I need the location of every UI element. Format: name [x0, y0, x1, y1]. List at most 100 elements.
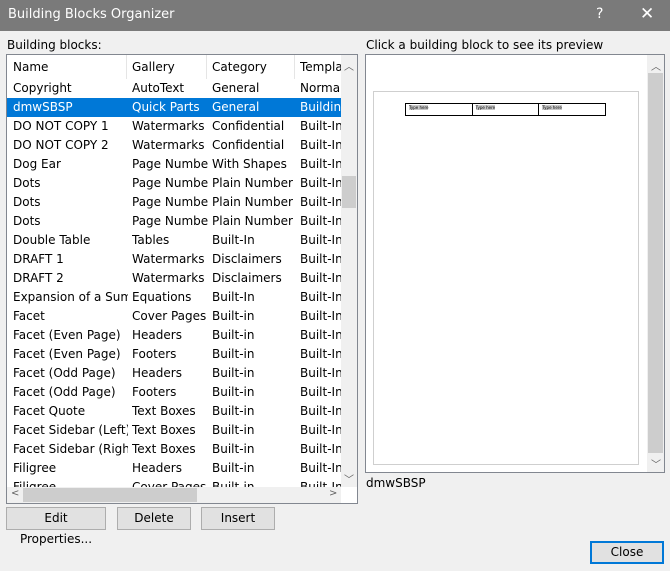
gallery-cell: Watermarks: [132, 271, 205, 285]
name-cell: DO NOT COPY 2: [13, 138, 109, 152]
name-cell: Facet: [13, 309, 45, 323]
gallery-cell: Headers: [132, 328, 182, 342]
gallery-cell: Page Numbers: [132, 214, 208, 228]
category-cell: Built-in: [212, 442, 255, 456]
name-cell: DRAFT 1: [13, 252, 64, 266]
preview-block-name: dmwSBSP: [366, 476, 426, 490]
preview-scroll-thumb[interactable]: [648, 73, 663, 453]
vertical-scroll-thumb[interactable]: [342, 176, 356, 208]
building-blocks-list[interactable]: Name Gallery Category Template Copyright…: [6, 54, 358, 504]
edit-properties-button[interactable]: Edit Properties...: [6, 507, 106, 546]
template-cell: Built-In: [300, 461, 341, 475]
list-row[interactable]: Copyright AutoText General Normal: [7, 79, 341, 98]
template-cell: Built-In: [300, 138, 341, 152]
gallery-cell: Tables: [132, 233, 170, 247]
delete-button[interactable]: Delete: [117, 507, 191, 530]
list-row[interactable]: Facet (Even Page) Headers Built-in Built-In: [7, 326, 341, 345]
category-cell: Built-In: [212, 233, 255, 247]
template-cell: Built-In: [300, 119, 341, 133]
list-row[interactable]: DO NOT COPY 1 Watermarks Confidential Built…: [7, 117, 341, 136]
list-row[interactable]: Expansion of a Sum Equations Built-In Built…: [7, 288, 341, 307]
category-cell: General: [212, 81, 260, 95]
category-cell: Disclaimers: [212, 252, 282, 266]
gallery-cell: Watermarks: [132, 138, 205, 152]
horizontal-scrollbar[interactable]: < >: [7, 487, 341, 503]
template-cell: Built-In: [300, 423, 341, 437]
name-cell: Dots: [13, 176, 41, 190]
preview-label: Click a building block to see its previe…: [366, 38, 604, 52]
gallery-cell: Page Numbers: [132, 176, 208, 190]
preview-table: Type here Type here Type here: [405, 103, 606, 116]
list-row[interactable]: Facet Sidebar (Left) Text Boxes Built-in Bu…: [7, 421, 341, 440]
preview-page: Type here Type here Type here: [373, 91, 639, 465]
list-row[interactable]: Facet Cover Pages Built-in Built-In: [7, 307, 341, 326]
help-button[interactable]: ?: [596, 6, 603, 22]
list-row[interactable]: Dots Page Numbers Plain Number Built-In: [7, 174, 341, 193]
preview-scrollbar[interactable]: ︿ ﹀: [647, 55, 664, 472]
category-cell: With Shapes: [212, 157, 287, 171]
list-row[interactable]: Dots Page Numbers Plain Number Built-In: [7, 193, 341, 212]
name-cell: DRAFT 2: [13, 271, 64, 285]
name-cell: Facet (Even Page): [13, 328, 121, 342]
name-cell: Dog Ear: [13, 157, 61, 171]
category-cell: Built-in: [212, 366, 255, 380]
close-button[interactable]: Close: [590, 541, 664, 564]
template-cell: Built-In: [300, 233, 341, 247]
category-cell: Built-in: [212, 309, 255, 323]
list-row[interactable]: dmwSBSP Quick Parts General Building: [7, 98, 341, 117]
name-cell: Facet Sidebar (Right): [13, 442, 128, 456]
list-row[interactable]: DO NOT COPY 2 Watermarks Confidential Built…: [7, 136, 341, 155]
gallery-cell: Equations: [132, 290, 192, 304]
template-cell: Built-In: [300, 290, 341, 304]
name-cell: Facet Sidebar (Left): [13, 423, 128, 437]
gallery-cell: Footers: [132, 347, 177, 361]
category-cell: Plain Number: [212, 214, 293, 228]
list-row[interactable]: Facet (Odd Page) Footers Built-in Built-In: [7, 383, 341, 402]
gallery-cell: Quick Parts: [132, 100, 200, 114]
title-bar: Building Blocks Organizer ? ✕: [0, 0, 670, 31]
gallery-cell: Cover Pages: [132, 309, 207, 323]
list-row[interactable]: Facet (Odd Page) Headers Built-in Built-In: [7, 364, 341, 383]
list-row[interactable]: Dots Page Numbers Plain Number Built-In: [7, 212, 341, 231]
category-cell: General: [212, 100, 260, 114]
name-cell: DO NOT COPY 1: [13, 119, 109, 133]
name-cell: Double Table: [13, 233, 91, 247]
template-cell: Built-In: [300, 214, 341, 228]
template-cell: Built-In: [300, 404, 341, 418]
name-cell: Dots: [13, 214, 41, 228]
horizontal-scroll-thumb[interactable]: [23, 488, 197, 502]
close-window-button[interactable]: ✕: [640, 4, 654, 24]
list-row[interactable]: Dog Ear Page Numbers With Shapes Built-In: [7, 155, 341, 174]
template-cell: Built-In: [300, 195, 341, 209]
gallery-cell: Watermarks: [132, 252, 205, 266]
vertical-scrollbar[interactable]: ︿ ﹀: [341, 55, 357, 487]
column-header-gallery[interactable]: Gallery: [132, 60, 175, 74]
list-row[interactable]: DRAFT 1 Watermarks Disclaimers Built-In: [7, 250, 341, 269]
template-cell: Built-In: [300, 157, 341, 171]
template-cell: Built-In: [300, 366, 341, 380]
template-cell: Built-In: [300, 385, 341, 399]
insert-button[interactable]: Insert: [201, 507, 275, 530]
name-cell: Filigree: [13, 461, 57, 475]
category-cell: Built-in: [212, 347, 255, 361]
list-row[interactable]: Facet (Even Page) Footers Built-in Built-In: [7, 345, 341, 364]
category-cell: Built-in: [212, 461, 255, 475]
gallery-cell: AutoText: [132, 81, 185, 95]
preview-cell: Type here: [542, 105, 562, 110]
list-row[interactable]: Facet Quote Text Boxes Built-in Built-In: [7, 402, 341, 421]
category-cell: Built-in: [212, 423, 255, 437]
gallery-cell: Watermarks: [132, 119, 205, 133]
gallery-cell: Headers: [132, 366, 182, 380]
name-cell: Dots: [13, 195, 41, 209]
column-header-category[interactable]: Category: [212, 60, 267, 74]
list-row[interactable]: Filigree Headers Built-in Built-In: [7, 459, 341, 478]
preview-cell: Type here: [475, 105, 496, 110]
list-row[interactable]: Facet Sidebar (Right) Text Boxes Built-in B…: [7, 440, 341, 459]
column-header-template[interactable]: Template: [300, 60, 341, 74]
category-cell: Confidential: [212, 119, 285, 133]
window-title: Building Blocks Organizer: [8, 7, 175, 22]
list-row[interactable]: DRAFT 2 Watermarks Disclaimers Built-In: [7, 269, 341, 288]
list-row[interactable]: Double Table Tables Built-In Built-In: [7, 231, 341, 250]
column-header-name[interactable]: Name: [13, 60, 128, 74]
template-cell: Built-In: [300, 252, 341, 266]
